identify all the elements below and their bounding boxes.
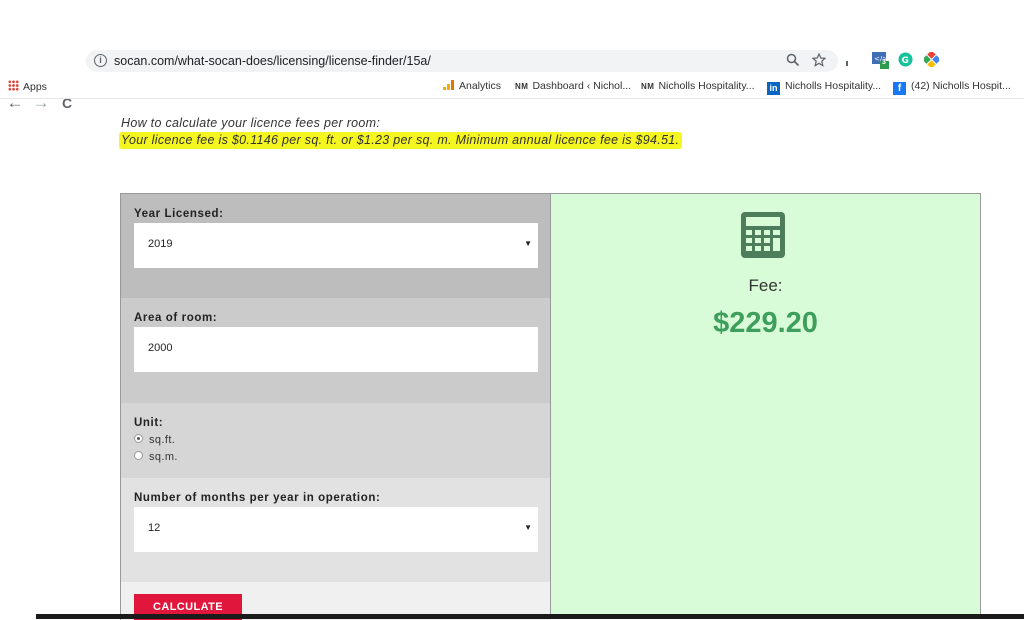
year-value: 2019: [148, 238, 173, 250]
license-calculator-form: Year Licensed: 2019 ▼ Area of room: 2000…: [120, 193, 551, 620]
bookmarks-bar: Apps Analytics NM Dashboard ‹ Nichol... N…: [0, 78, 1024, 99]
color-extension-icon[interactable]: [922, 50, 941, 69]
area-value: 2000: [148, 342, 173, 354]
fee-amount: $229.20: [713, 307, 818, 339]
grammarly-icon[interactable]: G: [898, 52, 914, 68]
taskbar-strip: [0, 614, 1024, 619]
extension-separator: [846, 52, 850, 68]
year-label: Year Licensed:: [134, 208, 224, 220]
facebook-icon: f: [893, 82, 906, 95]
unit-label: Unit:: [134, 417, 164, 429]
fee-label: Fee:: [748, 276, 783, 295]
bookmark-analytics[interactable]: Analytics: [443, 80, 501, 92]
area-input[interactable]: 2000: [134, 327, 538, 372]
unit-radio-sqm[interactable]: sq.m.: [134, 451, 178, 463]
area-label: Area of room:: [134, 312, 218, 324]
months-value: 12: [148, 522, 161, 534]
bookmark-linkedin[interactable]: in Nicholls Hospitality...: [767, 80, 881, 95]
chevron-down-icon: ▼: [524, 239, 532, 248]
extension-code-icon[interactable]: </> 3: [872, 52, 890, 69]
extension-badge: 3: [882, 59, 886, 66]
months-select[interactable]: 12 ▼: [134, 507, 538, 552]
info-icon[interactable]: i: [94, 54, 107, 67]
months-section: Number of months per year in operation: …: [121, 478, 551, 582]
bookmark-dashboard[interactable]: NM Dashboard ‹ Nichol...: [515, 80, 631, 92]
year-select[interactable]: 2019 ▼: [134, 223, 538, 268]
unit-section: Unit: sq.ft. sq.m.: [121, 403, 551, 478]
bookmark-facebook[interactable]: f (42) Nicholls Hospit...: [893, 80, 1011, 95]
radio-selected-icon[interactable]: [134, 434, 143, 443]
window-top-strip: [0, 0, 1024, 42]
url-text: socan.com/what-socan-does/licensing/lice…: [114, 54, 431, 68]
fee-result-panel: Fee: $229.20: [550, 193, 981, 619]
apps-grid-icon: [8, 80, 19, 91]
bookmark-nicholls-1[interactable]: NM Nicholls Hospitality...: [641, 80, 755, 92]
unit-radio-sqft[interactable]: sq.ft.: [134, 434, 175, 446]
svg-text:G: G: [902, 56, 909, 66]
address-bar[interactable]: i socan.com/what-socan-does/licensing/li…: [86, 50, 838, 72]
nm-logo-icon: NM: [641, 82, 655, 91]
zoom-icon[interactable]: [786, 53, 800, 70]
analytics-icon: [443, 80, 454, 90]
fee-instructions: How to calculate your licence fees per r…: [121, 116, 381, 130]
months-label: Number of months per year in operation:: [134, 492, 381, 504]
linkedin-icon: in: [767, 82, 780, 95]
nm-logo-icon: NM: [515, 82, 529, 91]
calculator-icon: [741, 212, 785, 258]
star-icon[interactable]: [811, 52, 827, 70]
year-section: Year Licensed: 2019 ▼: [121, 194, 551, 298]
area-section: Area of room: 2000: [121, 298, 551, 403]
chevron-down-icon: ▼: [524, 523, 532, 532]
radio-unselected-icon[interactable]: [134, 451, 143, 460]
bookmark-apps[interactable]: Apps: [8, 80, 47, 93]
fee-rate-highlight: Your licence fee is $0.1146 per sq. ft. …: [119, 132, 683, 149]
